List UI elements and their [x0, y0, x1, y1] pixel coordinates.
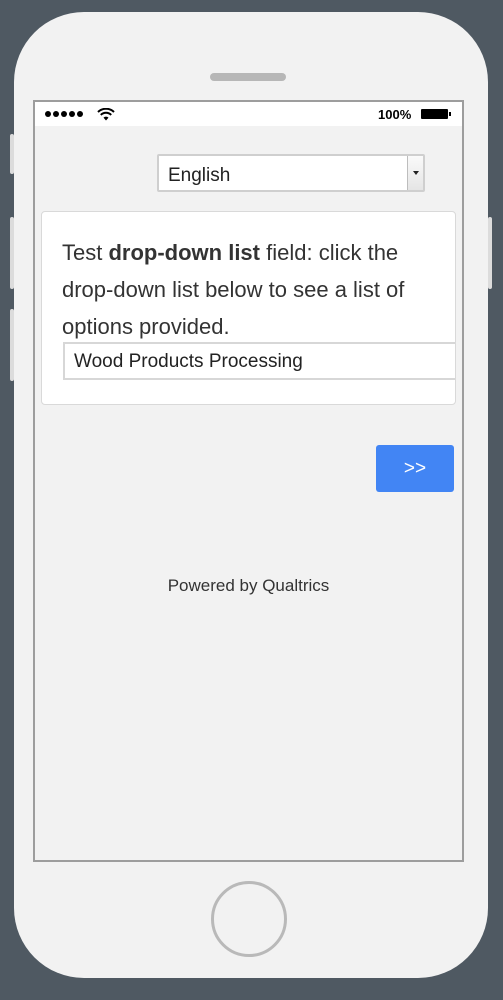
status-bar: 100%: [35, 102, 462, 126]
phone-frame: 100% English Test drop-down list field: …: [10, 12, 492, 978]
mute-switch: [10, 134, 14, 174]
answer-dropdown[interactable]: Wood Products Processing: [63, 342, 455, 380]
next-button[interactable]: >>: [376, 445, 454, 492]
power-button: [488, 217, 492, 289]
home-button: [211, 881, 287, 957]
question-text: Test drop-down list field: click the dro…: [62, 234, 442, 345]
language-select-value: English: [168, 165, 231, 186]
powered-by-text: Powered by Qualtrics: [167, 576, 330, 595]
battery-icon: [421, 109, 448, 119]
battery-tip: [449, 112, 451, 116]
language-select[interactable]: English: [157, 154, 425, 192]
battery-percent: 100%: [378, 107, 412, 122]
speaker-grille: [210, 73, 286, 81]
question-card: Test drop-down list field: click the dro…: [41, 211, 456, 405]
phone-screen: 100% English Test drop-down list field: …: [33, 100, 464, 862]
question-bold-text: drop-down list: [108, 240, 260, 265]
answer-dropdown-value: Wood Products Processing: [74, 351, 303, 372]
signal-strength-icon: [45, 111, 83, 117]
chevron-down-icon: [413, 171, 419, 175]
volume-up-button: [10, 217, 14, 289]
wifi-icon: [97, 108, 115, 121]
language-select-arrow-box: [407, 156, 423, 190]
question-prefix: Test: [62, 240, 109, 265]
volume-down-button: [10, 309, 14, 381]
